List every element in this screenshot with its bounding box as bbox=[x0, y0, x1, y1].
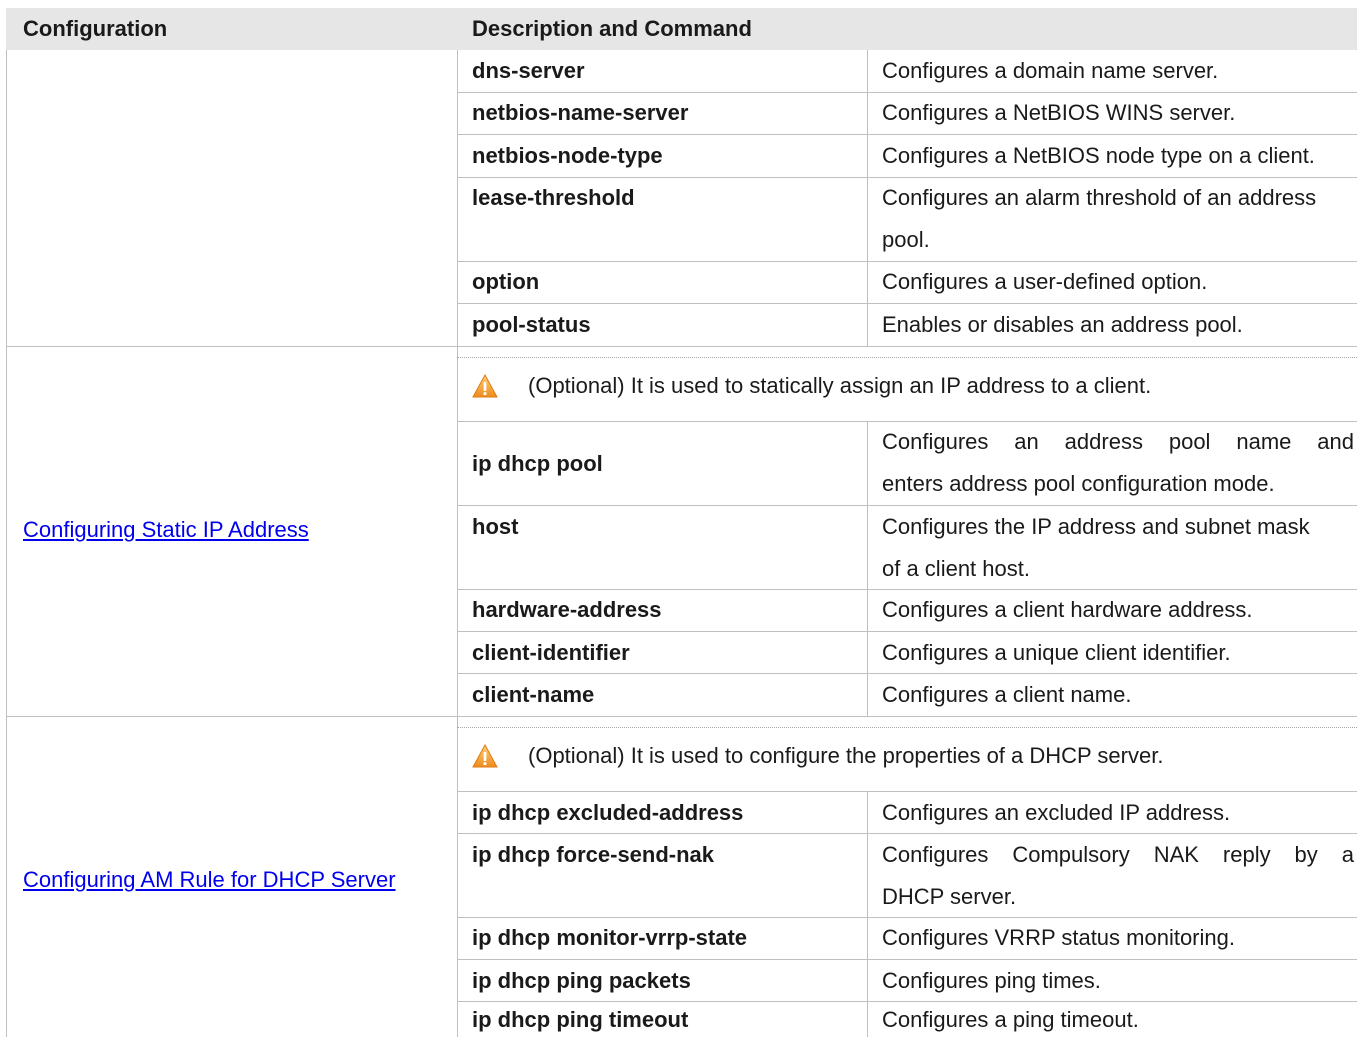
command-ip-dhcp-monitor-vrrp-state: ip dhcp monitor-vrrp-state bbox=[472, 925, 748, 950]
header-description-command: Description and Command bbox=[472, 16, 752, 41]
header-configuration: Configuration bbox=[23, 16, 168, 41]
description-ip-dhcp-pool-cont: enters address pool configuration mode. bbox=[882, 471, 1275, 496]
description-netbios-node-type: Configures a NetBIOS node type on a clie… bbox=[882, 143, 1315, 168]
command-hardware-address: hardware-address bbox=[472, 597, 662, 622]
command-ip-dhcp-ping-timeout: ip dhcp ping timeout bbox=[472, 1007, 689, 1032]
description-netbios-name-server: Configures a NetBIOS WINS server. bbox=[882, 100, 1236, 125]
note-separator bbox=[457, 727, 1357, 728]
command-client-name: client-name bbox=[472, 682, 595, 707]
command-ip-dhcp-excluded-address: ip dhcp excluded-address bbox=[472, 800, 744, 825]
description-ip-dhcp-pool: Configures an address pool name and bbox=[882, 429, 1354, 454]
inner-divider-1 bbox=[867, 50, 868, 346]
command-netbios-name-server: netbios-name-server bbox=[472, 100, 689, 125]
command-ip-dhcp-force-send-nak: ip dhcp force-send-nak bbox=[472, 842, 715, 867]
description-option: Configures a user-defined option. bbox=[882, 269, 1208, 294]
command-option: option bbox=[472, 269, 540, 294]
description-pool-status: Enables or disables an address pool. bbox=[882, 312, 1243, 337]
command-ip-dhcp-pool: ip dhcp pool bbox=[472, 451, 603, 476]
command-netbios-node-type: netbios-node-type bbox=[472, 143, 663, 168]
description-lease-threshold: Configures an alarm threshold of an addr… bbox=[882, 185, 1317, 210]
link-configuring-static-ip-address[interactable]: Configuring Static IP Address bbox=[23, 515, 309, 545]
note-separator bbox=[457, 357, 1357, 358]
description-ip-dhcp-force-send-nak-cont: DHCP server. bbox=[882, 884, 1017, 909]
description-ip-dhcp-force-send-nak: Configures Compulsory NAK reply by a bbox=[882, 842, 1354, 867]
inner-divider-2 bbox=[867, 421, 868, 716]
description-client-name: Configures a client name. bbox=[882, 682, 1132, 707]
description-host: Configures the IP address and subnet mas… bbox=[882, 514, 1310, 539]
description-ip-dhcp-ping-timeout: Configures a ping timeout. bbox=[882, 1007, 1139, 1032]
description-hardware-address: Configures a client hardware address. bbox=[882, 597, 1253, 622]
description-ip-dhcp-ping-packets: Configures ping times. bbox=[882, 968, 1101, 993]
description-client-identifier: Configures a unique client identifier. bbox=[882, 640, 1231, 665]
command-ip-dhcp-ping-packets: ip dhcp ping packets bbox=[472, 968, 691, 993]
description-ip-dhcp-excluded-address: Configures an excluded IP address. bbox=[882, 800, 1231, 825]
command-dns-server: dns-server bbox=[472, 58, 585, 83]
section-divider bbox=[6, 346, 1357, 347]
command-host: host bbox=[472, 514, 519, 539]
note-text: (Optional) It is used to statically assi… bbox=[528, 373, 1152, 398]
warning-icon bbox=[472, 744, 498, 768]
note-text: (Optional) It is used to configure the p… bbox=[528, 743, 1164, 768]
command-pool-status: pool-status bbox=[472, 312, 591, 337]
command-client-identifier: client-identifier bbox=[472, 640, 630, 665]
description-dns-server: Configures a domain name server. bbox=[882, 58, 1219, 83]
description-ip-dhcp-monitor-vrrp-state: Configures VRRP status monitoring. bbox=[882, 925, 1235, 950]
table-border-left bbox=[6, 50, 7, 1037]
table-header: Configuration Description and Command bbox=[6, 8, 1357, 50]
description-host-cont: of a client host. bbox=[882, 556, 1030, 581]
command-lease-threshold: lease-threshold bbox=[472, 185, 635, 210]
link-configuring-am-rule-dhcp-server[interactable]: Configuring AM Rule for DHCP Server bbox=[23, 865, 396, 895]
warning-icon bbox=[472, 374, 498, 398]
description-lease-threshold-cont: pool. bbox=[882, 227, 930, 252]
section-divider bbox=[6, 716, 1357, 717]
column-divider bbox=[457, 50, 458, 1037]
